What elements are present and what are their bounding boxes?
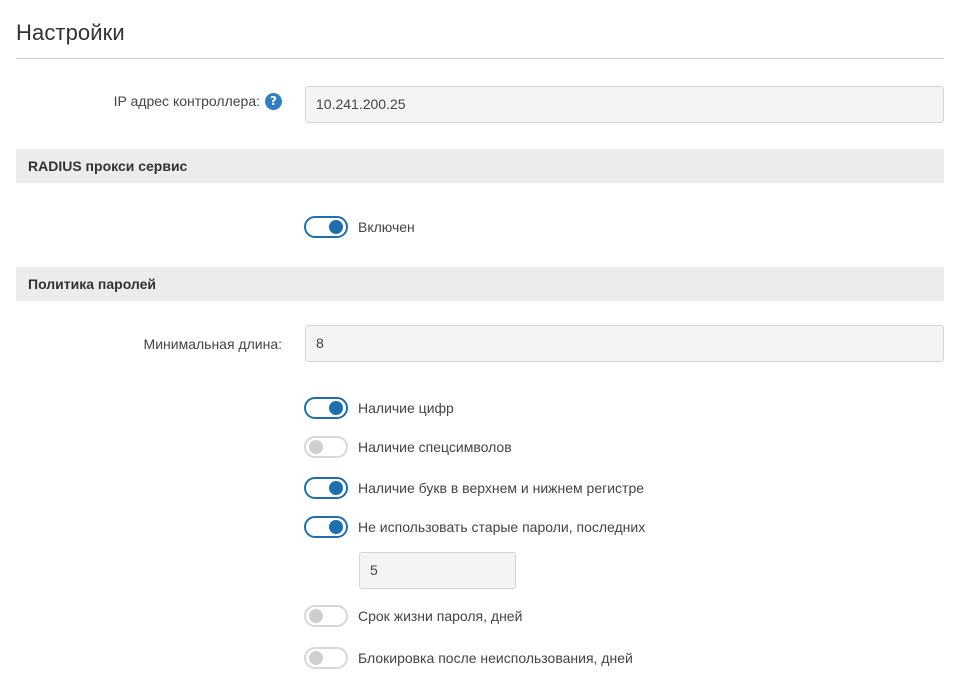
- option-inactivity-lock-toggle[interactable]: [304, 647, 348, 669]
- radius-enabled-label: Включен: [358, 219, 415, 235]
- toggle-knob: [329, 401, 343, 415]
- option-mixed-case-row[interactable]: Наличие букв в верхнем и нижнем регистре: [304, 476, 644, 500]
- option-password-lifetime-row[interactable]: Срок жизни пароля, дней: [304, 604, 522, 628]
- toggle-knob: [309, 440, 323, 454]
- section-header-password-policy: Политика паролей: [16, 267, 944, 301]
- old-passwords-count-field[interactable]: 5: [359, 552, 516, 589]
- section-header-radius: RADIUS прокси сервис: [16, 149, 944, 183]
- option-old-passwords-toggle[interactable]: [304, 516, 348, 538]
- option-special-chars-label: Наличие спецсимволов: [358, 439, 512, 455]
- option-digits-label: Наличие цифр: [358, 400, 454, 416]
- toggle-knob: [309, 651, 323, 665]
- option-special-chars-row[interactable]: Наличие спецсимволов: [304, 435, 512, 459]
- min-length-label: Минимальная длина:: [143, 336, 282, 352]
- option-mixed-case-toggle[interactable]: [304, 477, 348, 499]
- page-title: Настройки: [16, 20, 125, 45]
- option-inactivity-lock-row[interactable]: Блокировка после неиспользования, дней: [304, 646, 633, 670]
- toggle-knob: [329, 520, 343, 534]
- toggle-knob: [329, 220, 343, 234]
- question-circle-icon[interactable]: ?: [265, 93, 282, 110]
- ip-address-label: IP адрес контроллера:: [113, 93, 260, 109]
- option-inactivity-lock-label: Блокировка после неиспользования, дней: [358, 650, 633, 666]
- toggle-knob: [309, 609, 323, 623]
- toggle-knob: [329, 481, 343, 495]
- option-old-passwords-label: Не использовать старые пароли, последних: [358, 519, 646, 535]
- option-digits-row[interactable]: Наличие цифр: [304, 396, 454, 420]
- option-digits-toggle[interactable]: [304, 397, 348, 419]
- option-mixed-case-label: Наличие букв в верхнем и нижнем регистре: [358, 480, 645, 496]
- ip-address-field[interactable]: 10.241.200.25: [305, 86, 944, 123]
- option-special-chars-toggle[interactable]: [304, 436, 348, 458]
- radius-enabled-toggle[interactable]: [304, 216, 348, 238]
- radius-enabled-row[interactable]: Включен: [304, 215, 415, 239]
- option-old-passwords-row[interactable]: Не использовать старые пароли, последних: [304, 515, 645, 539]
- option-password-lifetime-toggle[interactable]: [304, 605, 348, 627]
- title-divider: [16, 58, 944, 59]
- min-length-field[interactable]: 8: [305, 325, 944, 362]
- option-password-lifetime-label: Срок жизни пароля, дней: [358, 608, 523, 624]
